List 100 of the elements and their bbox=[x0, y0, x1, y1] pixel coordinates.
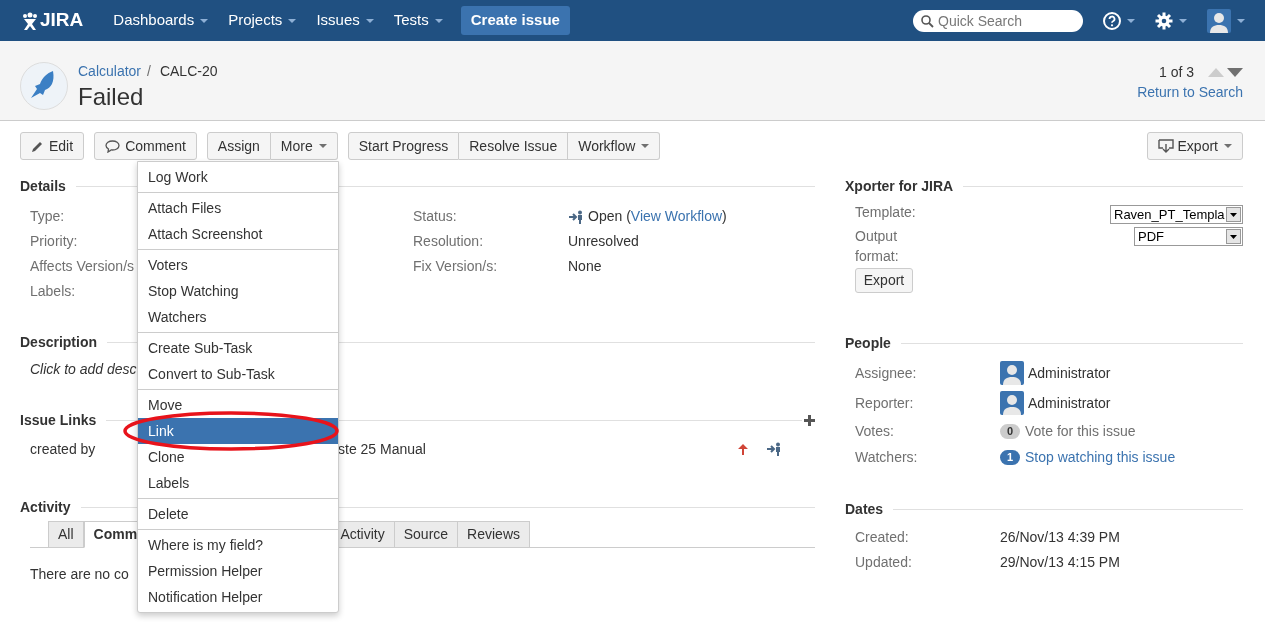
pencil-icon bbox=[31, 139, 44, 153]
field-label: Created: bbox=[855, 528, 910, 547]
caret-icon bbox=[434, 18, 443, 23]
user-menu-button[interactable] bbox=[1207, 8, 1245, 33]
caret-icon bbox=[288, 18, 297, 23]
description-placeholder[interactable]: Click to add desc bbox=[30, 359, 137, 377]
settings-button[interactable] bbox=[1155, 11, 1187, 30]
field-value: Open (View Workflow) bbox=[588, 207, 727, 226]
select-field[interactable]: Raven_PT_Templa bbox=[1110, 205, 1243, 224]
user-link[interactable]: Administrator bbox=[1028, 392, 1111, 414]
settings-icon bbox=[1155, 11, 1173, 30]
menu-item[interactable]: Stop Watching bbox=[138, 278, 338, 304]
menu-item[interactable]: Delete bbox=[138, 501, 338, 527]
caret-icon bbox=[365, 18, 374, 23]
menu-item[interactable]: Clone bbox=[138, 444, 338, 470]
menu-item[interactable]: Permission Helper bbox=[138, 558, 338, 584]
jira-logo[interactable]: JIRA bbox=[22, 6, 84, 35]
toolbar-button[interactable]: Edit bbox=[20, 132, 85, 160]
menu-item[interactable]: Create Sub-Task bbox=[138, 335, 338, 361]
caret-icon bbox=[641, 144, 650, 148]
field-label: Resolution: bbox=[413, 232, 485, 251]
menu-item[interactable]: Notification Helper bbox=[138, 584, 338, 610]
field-label: Reporter: bbox=[855, 393, 915, 413]
avatar-icon bbox=[1207, 8, 1231, 33]
field-label: Priority: bbox=[30, 232, 78, 251]
count-badge: 1 bbox=[1000, 449, 1020, 465]
link-relation: created by bbox=[30, 439, 96, 459]
activity-tab[interactable]: Reviews bbox=[458, 521, 530, 548]
menu-item[interactable]: Labels bbox=[138, 470, 338, 496]
dropdown-arrow-icon bbox=[1230, 234, 1237, 239]
issue-key-link[interactable]: CALC-20 bbox=[159, 60, 218, 82]
section-heading: Issue Links bbox=[20, 410, 97, 430]
empty-message: There are no co bbox=[30, 565, 129, 584]
export-button[interactable]: Export bbox=[855, 268, 913, 293]
nav-menu[interactable]: Projects bbox=[218, 0, 307, 41]
toolbar-button[interactable]: More bbox=[270, 132, 338, 160]
menu-item[interactable]: Log Work bbox=[138, 164, 338, 190]
menu-item[interactable]: Link bbox=[138, 418, 338, 444]
section-heading: People bbox=[845, 333, 891, 353]
menu-item[interactable]: Attach Screenshot bbox=[138, 221, 338, 247]
menu-item[interactable]: Watchers bbox=[138, 304, 338, 330]
priority-arrow-icon bbox=[738, 443, 748, 455]
breadcrumb-separator: / bbox=[147, 61, 151, 81]
caret-icon bbox=[1179, 18, 1187, 23]
section-heading: Description bbox=[20, 332, 97, 352]
caret-icon bbox=[1237, 18, 1245, 23]
dropdown-arrow-icon bbox=[1230, 212, 1237, 217]
status-icon bbox=[766, 442, 782, 456]
activity-tab[interactable]: All bbox=[48, 521, 84, 548]
activity-tab[interactable]: Source bbox=[394, 521, 459, 548]
field-label: Fix Version/s: bbox=[413, 257, 499, 276]
section-heading: Activity bbox=[20, 497, 71, 517]
add-icon[interactable] bbox=[804, 414, 815, 426]
field-label: Watchers: bbox=[855, 447, 919, 467]
section-heading: Details bbox=[20, 176, 66, 196]
caret-icon bbox=[1127, 18, 1135, 23]
field-label: Votes: bbox=[855, 421, 895, 441]
select-field[interactable]: PDF bbox=[1134, 227, 1243, 246]
avatar-icon bbox=[1000, 391, 1024, 415]
toolbar-button[interactable]: Resolve Issue bbox=[459, 132, 569, 160]
menu-item[interactable]: Move bbox=[138, 392, 338, 418]
field-value: None bbox=[568, 257, 602, 276]
return-to-search-link[interactable]: Return to Search bbox=[1137, 82, 1243, 103]
field-label: Output format: bbox=[855, 227, 900, 266]
menu-item[interactable]: Convert to Sub-Task bbox=[138, 361, 338, 387]
speech-bubble-icon bbox=[105, 139, 121, 153]
nav-menu[interactable]: Tests bbox=[383, 0, 453, 41]
toolbar-button[interactable]: Comment bbox=[94, 132, 197, 160]
pager-text: 1 of 3 bbox=[1158, 62, 1194, 82]
toolbar-button[interactable]: Assign bbox=[206, 132, 271, 160]
user-link[interactable]: Administrator bbox=[1028, 362, 1111, 384]
section-heading: Dates bbox=[845, 499, 884, 519]
nav-menu[interactable]: Dashboards bbox=[103, 0, 219, 41]
logo-icon bbox=[22, 11, 38, 30]
rocket-icon bbox=[20, 62, 68, 110]
field-label: Labels: bbox=[30, 282, 76, 301]
caret-icon bbox=[1224, 144, 1232, 148]
status-icon bbox=[568, 209, 584, 224]
vote-watch-link[interactable]: Vote for this issue bbox=[1025, 420, 1136, 442]
view-workflow-link[interactable]: View Workflow bbox=[630, 208, 723, 224]
download-icon bbox=[1157, 139, 1174, 153]
create-issue-button[interactable]: Create issue bbox=[460, 6, 570, 35]
project-link[interactable]: Calculator bbox=[78, 60, 142, 82]
nav-menu[interactable]: Issues bbox=[306, 0, 384, 41]
issue-title: Failed bbox=[78, 82, 145, 112]
help-button[interactable] bbox=[1103, 11, 1135, 30]
menu-item[interactable]: Attach Files bbox=[138, 195, 338, 221]
vote-watch-link[interactable]: Stop watching this issue bbox=[1025, 446, 1176, 468]
search-icon bbox=[921, 14, 934, 28]
linked-issue-link[interactable]: ste 25 Manual bbox=[338, 438, 426, 460]
export-button[interactable]: Export bbox=[1146, 132, 1243, 160]
search-field[interactable]: Quick Search bbox=[913, 9, 1083, 32]
help-icon bbox=[1103, 11, 1121, 30]
menu-item[interactable]: Voters bbox=[138, 252, 338, 278]
avatar-icon bbox=[1000, 361, 1024, 385]
toolbar-button[interactable]: Workflow bbox=[568, 132, 661, 160]
toolbar-button[interactable]: Start Progress bbox=[347, 132, 460, 160]
date-value: 29/Nov/13 4:15 PM bbox=[1000, 553, 1120, 572]
field-label: Status: bbox=[413, 207, 458, 226]
next-arrow-icon[interactable] bbox=[1227, 67, 1243, 77]
